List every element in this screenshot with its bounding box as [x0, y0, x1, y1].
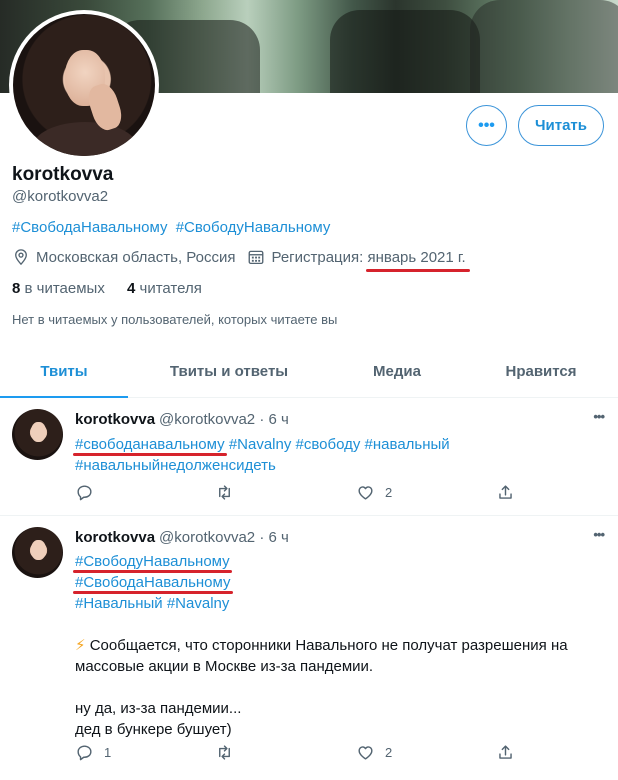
- following-count: 8: [12, 280, 21, 297]
- profile-meta: Московская область, Россия Регистрация: …: [12, 248, 470, 272]
- tweet-time[interactable]: · 6 ч: [259, 411, 289, 428]
- avatar-image: [13, 14, 155, 156]
- following-link[interactable]: 8 в читаемых: [12, 280, 105, 297]
- profile-handle: @korotkovva2: [12, 188, 109, 205]
- profile-tabs: Твиты Твиты и ответы Медиа Нравится: [0, 346, 618, 398]
- profile-bio: #СвободаНавальному #СвободуНавальному: [12, 219, 330, 236]
- tweet-paragraph: ну да, из-за пандемии...: [75, 700, 242, 717]
- like-count: 2: [385, 485, 393, 500]
- followers-label: читателя: [139, 280, 202, 297]
- tab-tweets[interactable]: Твиты: [0, 346, 128, 398]
- followers-link[interactable]: 4 читателя: [127, 280, 202, 297]
- follow-button[interactable]: Читать: [518, 105, 604, 146]
- following-label: в читаемых: [24, 280, 105, 297]
- tab-likes[interactable]: Нравится: [464, 346, 618, 397]
- tweet-actions: 2: [75, 483, 515, 505]
- more-options-button[interactable]: •••: [466, 105, 507, 146]
- lightning-icon: ⚡: [75, 637, 86, 654]
- tweet-actions: 1 2: [75, 743, 515, 765]
- tweet-text: #свободанавальному #Navalny #свободу #на…: [75, 434, 605, 476]
- hashtag[interactable]: #СвободуНавальному: [75, 553, 230, 570]
- mutual-followers-note: Нет в читаемых у пользователей, которых …: [12, 312, 338, 327]
- reply-button[interactable]: [75, 483, 104, 502]
- hashtag[interactable]: #Navalny: [167, 595, 230, 612]
- joined-date: январь 2021 г.: [365, 248, 470, 272]
- retweet-icon: [219, 745, 230, 760]
- retweet-icon: [219, 485, 230, 500]
- hashtag[interactable]: #навальный: [365, 436, 450, 453]
- banner-seat-shape: [330, 10, 480, 93]
- profile-avatar[interactable]: [9, 10, 159, 160]
- display-name: korotkovva: [12, 164, 114, 185]
- tweet-avatar[interactable]: [12, 527, 63, 578]
- tweet-paragraph: Сообщается, что сторонники Навального не…: [75, 637, 568, 675]
- tweet-author-name[interactable]: korotkovva: [75, 411, 155, 428]
- hashtag[interactable]: #Navalny: [229, 436, 292, 453]
- like-icon: [358, 746, 373, 760]
- share-button[interactable]: [496, 743, 515, 762]
- tweet-paragraph: дед в бункере бушует): [75, 721, 232, 738]
- retweet-button[interactable]: [215, 483, 234, 502]
- tab-tweets-replies[interactable]: Твиты и ответы: [128, 346, 330, 397]
- reply-icon: [77, 485, 92, 501]
- more-dots-icon: •••: [478, 116, 495, 134]
- like-button[interactable]: 2: [356, 743, 392, 762]
- followers-count: 4: [127, 280, 136, 297]
- reply-icon: [77, 745, 92, 761]
- hashtag[interactable]: #свободу: [296, 436, 361, 453]
- tab-media[interactable]: Медиа: [330, 346, 464, 397]
- share-icon: [499, 745, 512, 759]
- tweet-author-handle[interactable]: @korotkovva2: [159, 411, 255, 428]
- bio-hashtag[interactable]: #СвободуНавальному: [176, 219, 331, 236]
- like-button[interactable]: 2: [356, 483, 392, 502]
- bio-hashtag[interactable]: #СвободаНавальному: [12, 219, 168, 236]
- profile-location: Московская область, Россия: [36, 248, 236, 266]
- hashtag[interactable]: #навальныйнедолженсидеть: [75, 457, 276, 474]
- location-pin-icon: [15, 249, 27, 266]
- tweet-header: korotkovva @korotkovva2 · 6 ч: [75, 411, 289, 428]
- like-icon: [358, 486, 373, 500]
- reply-count: 1: [104, 745, 112, 760]
- share-button[interactable]: [496, 483, 515, 502]
- tweet[interactable]: korotkovva @korotkovva2 · 6 ч ••• #Свобод…: [0, 517, 618, 780]
- tweet-author-name[interactable]: korotkovva: [75, 529, 155, 546]
- like-count: 2: [385, 745, 393, 760]
- tweet-header: korotkovva @korotkovva2 · 6 ч: [75, 529, 289, 546]
- tweet-time[interactable]: · 6 ч: [259, 529, 289, 546]
- joined-label: Регистрация:: [271, 248, 364, 266]
- tweet-more-icon[interactable]: •••: [593, 527, 605, 542]
- banner-seat-shape: [470, 0, 618, 93]
- retweet-button[interactable]: [215, 743, 234, 762]
- hashtag[interactable]: #свободанавальному: [75, 436, 225, 453]
- tweet-author-handle[interactable]: @korotkovva2: [159, 529, 255, 546]
- hashtag[interactable]: #Навальный: [75, 595, 163, 612]
- tweet-avatar[interactable]: [12, 409, 63, 460]
- reply-button[interactable]: 1: [75, 743, 111, 762]
- tweet[interactable]: korotkovva @korotkovva2 · 6 ч ••• #свобод…: [0, 399, 618, 516]
- share-icon: [499, 485, 512, 499]
- hashtag[interactable]: #СвободаНавальному: [75, 574, 231, 591]
- tweet-text: #СвободуНавальному #СвободаНавальному #Н…: [75, 551, 605, 740]
- profile-stats: 8 в читаемых 4 читателя: [12, 280, 202, 297]
- tweet-more-icon[interactable]: •••: [593, 409, 605, 424]
- calendar-icon: [249, 250, 264, 265]
